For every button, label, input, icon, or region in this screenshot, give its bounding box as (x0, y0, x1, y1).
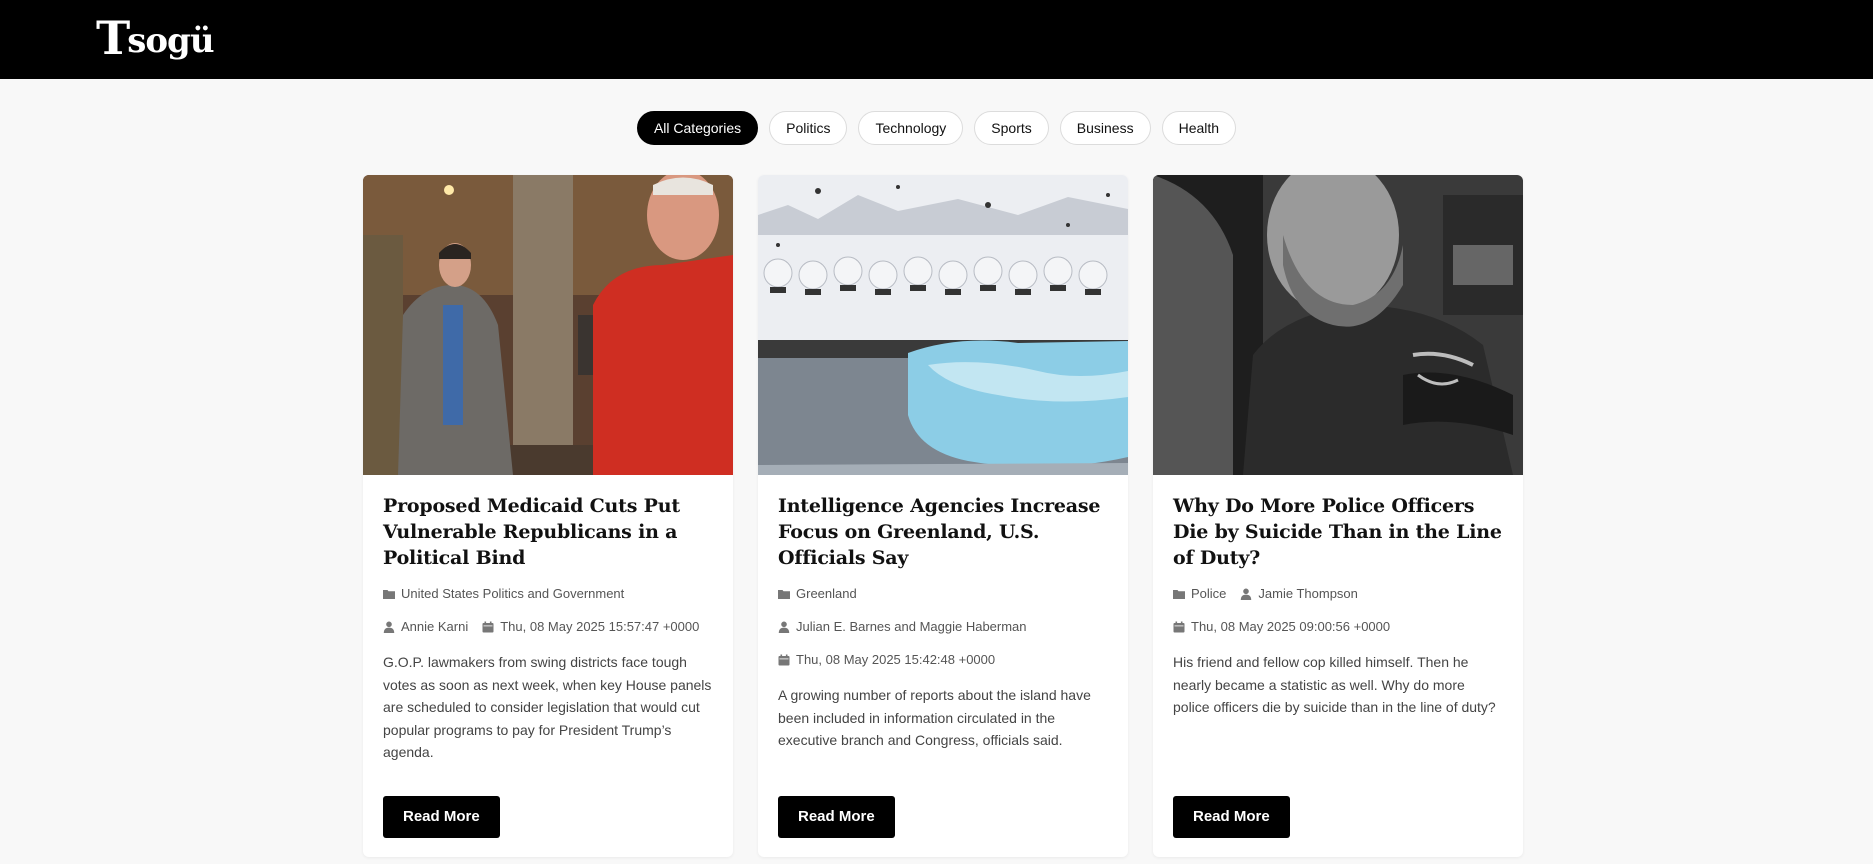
filter-sports[interactable]: Sports (974, 111, 1049, 145)
article-summary: A growing number of reports about the is… (778, 687, 1091, 748)
filter-business[interactable]: Business (1059, 111, 1151, 145)
article-category: Police (1173, 585, 1226, 603)
article-category: United States Politics and Government (383, 585, 624, 603)
article-date: Thu, 08 May 2025 15:42:48 +0000 (778, 651, 995, 669)
filter-politics[interactable]: Politics (769, 111, 848, 145)
article-image[interactable] (363, 175, 733, 475)
filter-all-categories[interactable]: All Categories (636, 111, 759, 145)
category-filter-bar: All Categories Politics Technology Sport… (0, 111, 1873, 145)
site-logo[interactable]: Tsogü (96, 14, 215, 65)
article-title[interactable]: Why Do More Police Officers Die by Suici… (1173, 493, 1503, 571)
calendar-icon (482, 621, 494, 633)
calendar-icon (1173, 621, 1185, 633)
top-navbar: Tsogü (0, 0, 1873, 79)
article-date: Thu, 08 May 2025 09:00:56 +0000 (1173, 618, 1390, 636)
article-author: Annie Karni (383, 618, 468, 636)
filter-technology[interactable]: Technology (858, 111, 964, 145)
user-icon (1241, 588, 1252, 600)
article-author: Julian E. Barnes and Maggie Haberman (778, 618, 1027, 636)
article-card: Intelligence Agencies Increase Focus on … (758, 175, 1128, 857)
article-grid: Proposed Medicaid Cuts Put Vulnerable Re… (363, 175, 1523, 857)
user-icon (778, 621, 790, 633)
read-more-button[interactable]: Read More (778, 796, 895, 838)
article-summary: His friend and fellow cop killed himself… (1173, 654, 1496, 715)
folder-icon (1173, 590, 1185, 599)
folder-icon (383, 590, 395, 599)
calendar-icon (778, 654, 790, 666)
article-card: Why Do More Police Officers Die by Suici… (1153, 175, 1523, 857)
article-card: Proposed Medicaid Cuts Put Vulnerable Re… (363, 175, 733, 857)
read-more-button[interactable]: Read More (383, 796, 500, 838)
article-image[interactable] (758, 175, 1128, 475)
user-icon (383, 621, 395, 633)
article-image[interactable] (1153, 175, 1523, 475)
article-summary: G.O.P. lawmakers from swing districts fa… (383, 654, 712, 760)
article-title[interactable]: Intelligence Agencies Increase Focus on … (778, 493, 1108, 571)
article-author: Jamie Thompson (1240, 585, 1358, 603)
article-title[interactable]: Proposed Medicaid Cuts Put Vulnerable Re… (383, 493, 713, 571)
article-date: Thu, 08 May 2025 15:57:47 +0000 (482, 618, 699, 636)
article-category: Greenland (778, 585, 857, 603)
read-more-button[interactable]: Read More (1173, 796, 1290, 838)
folder-icon (778, 590, 790, 599)
filter-health[interactable]: Health (1161, 111, 1237, 145)
